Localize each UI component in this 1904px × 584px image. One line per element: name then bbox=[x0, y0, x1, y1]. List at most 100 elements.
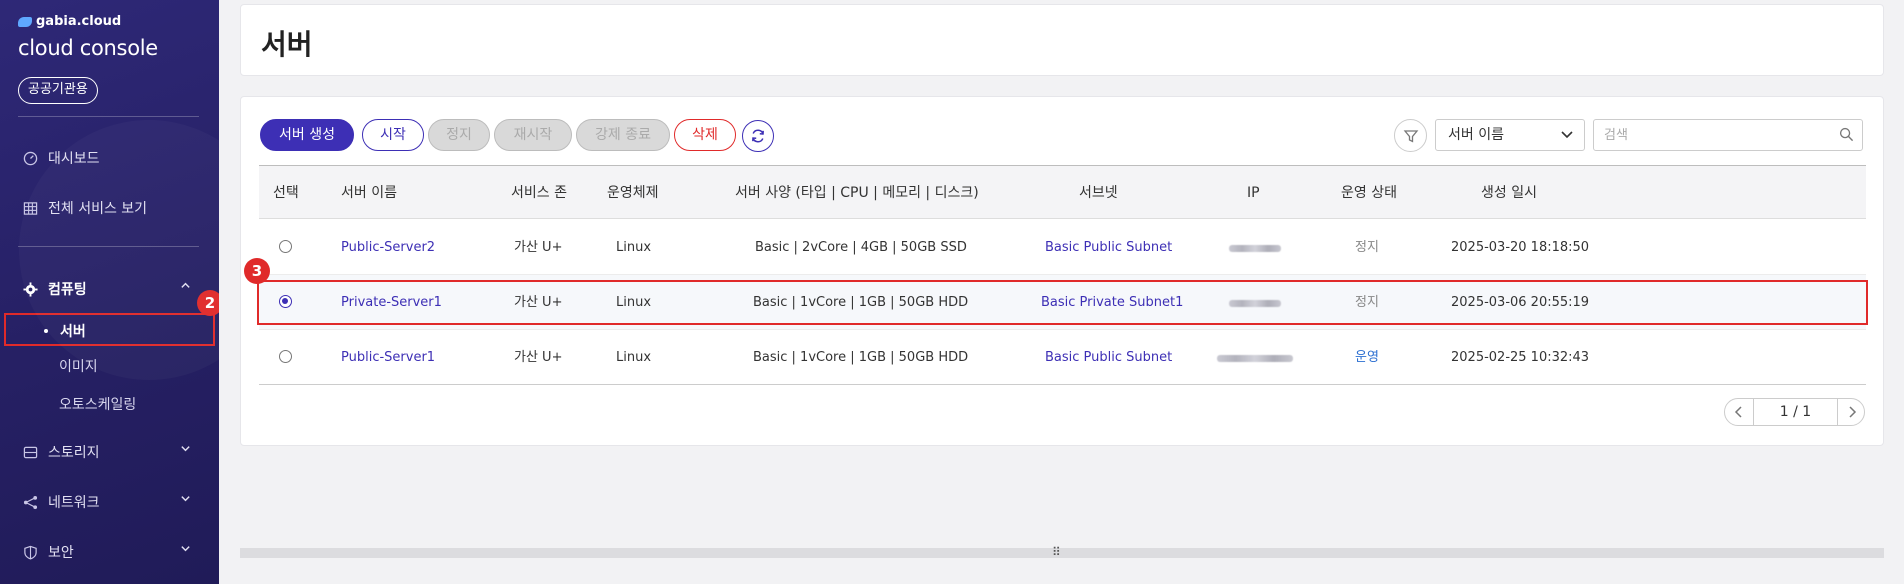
status-text: 정지 bbox=[1355, 295, 1379, 310]
filter-button[interactable] bbox=[1394, 119, 1427, 152]
server-spec: Basic | 1vCore | 1GB | 50GB HDD bbox=[753, 350, 969, 365]
sidebar-divider bbox=[18, 116, 199, 117]
chevron-up-icon[interactable] bbox=[180, 280, 191, 294]
sidebar-subitem-label: 서버 bbox=[60, 324, 86, 340]
sidebar-item-label: 대시보드 bbox=[48, 151, 100, 167]
search-field-select[interactable]: 서버 이름 bbox=[1435, 119, 1585, 151]
table-row[interactable]: Public-Server2 가산 U+ Linux Basic | 2vCor… bbox=[259, 220, 1866, 275]
server-spec: Basic | 1vCore | 1GB | 50GB HDD bbox=[753, 295, 969, 310]
active-bullet bbox=[44, 329, 48, 333]
sidebar-subitem-server[interactable]: 서버 bbox=[4, 313, 215, 346]
search-box[interactable] bbox=[1593, 119, 1863, 151]
ip-address-redacted bbox=[1229, 300, 1281, 307]
search-icon[interactable] bbox=[1839, 127, 1854, 146]
storage-icon bbox=[22, 444, 38, 460]
column-header-zone: 서비스 존 bbox=[511, 185, 567, 201]
filter-icon bbox=[1403, 129, 1418, 143]
service-zone: 가산 U+ bbox=[514, 295, 563, 310]
grid-icon bbox=[22, 200, 38, 216]
subnet-link[interactable]: Basic Private Subnet1 bbox=[1041, 275, 1183, 330]
public-institution-badge: 공공기관용 bbox=[18, 77, 98, 104]
create-server-button[interactable]: 서버 생성 bbox=[260, 119, 354, 151]
network-icon bbox=[22, 494, 38, 510]
server-spec: Basic | 2vCore | 4GB | 50GB SSD bbox=[755, 240, 967, 255]
column-header-ip: IP bbox=[1247, 185, 1260, 201]
row-radio[interactable] bbox=[279, 350, 292, 363]
sidebar-item-label: 네트워크 bbox=[48, 495, 100, 511]
table-header: 선택 서버 이름 서비스 존 운영체제 서버 사양 (타입 | CPU | 메모… bbox=[259, 165, 1866, 219]
column-header-select: 선택 bbox=[273, 185, 299, 201]
sidebar-item-label: 스토리지 bbox=[48, 445, 100, 461]
gear-icon bbox=[22, 281, 38, 297]
sidebar-item-storage[interactable]: 스토리지 bbox=[22, 442, 100, 462]
os: Linux bbox=[616, 240, 652, 255]
table-row[interactable]: Public-Server1 가산 U+ Linux Basic | 1vCor… bbox=[259, 330, 1866, 385]
subnet-link[interactable]: Basic Public Subnet bbox=[1045, 220, 1172, 275]
subnet-link[interactable]: Basic Public Subnet bbox=[1045, 330, 1172, 385]
sidebar-item-all-services[interactable]: 전체 서비스 보기 bbox=[22, 198, 147, 218]
refresh-button[interactable] bbox=[742, 120, 774, 152]
server-name-link[interactable]: Public-Server1 bbox=[341, 330, 435, 385]
chevron-down-icon[interactable] bbox=[180, 443, 191, 457]
sidebar-subitem-autoscaling[interactable]: 오토스케일링 bbox=[59, 394, 136, 414]
column-header-name[interactable]: 서버 이름 bbox=[341, 166, 397, 220]
sidebar-item-security[interactable]: 보안 bbox=[22, 542, 74, 562]
pagination: 1 / 1 bbox=[1724, 398, 1865, 426]
sidebar-item-label: 보안 bbox=[48, 545, 74, 561]
created-at: 2025-03-06 20:55:19 bbox=[1451, 295, 1590, 310]
column-header-created[interactable]: 생성 일시 bbox=[1481, 166, 1537, 220]
select-value: 서버 이름 bbox=[1448, 127, 1504, 143]
page-title: 서버 bbox=[261, 28, 313, 61]
sidebar-item-dashboard[interactable]: 대시보드 bbox=[22, 148, 100, 168]
chevron-down-icon[interactable] bbox=[180, 543, 191, 557]
sidebar-item-network[interactable]: 네트워크 bbox=[22, 492, 100, 512]
sidebar-divider bbox=[18, 246, 199, 247]
sidebar: gabia.cloud cloud console 공공기관용 대시보드 전체 … bbox=[0, 0, 219, 584]
horizontal-scrollbar[interactable]: ⠿ bbox=[240, 545, 1884, 559]
restart-button[interactable]: 재시작 bbox=[494, 119, 572, 151]
chevron-down-icon[interactable] bbox=[180, 493, 191, 507]
start-button[interactable]: 시작 bbox=[362, 119, 424, 151]
brand-logo[interactable]: gabia.cloud bbox=[18, 14, 121, 29]
status-text: 정지 bbox=[1355, 240, 1379, 255]
server-name-link[interactable]: Public-Server2 bbox=[341, 220, 435, 275]
ip-address-redacted bbox=[1229, 245, 1281, 252]
search-input[interactable] bbox=[1604, 120, 1834, 150]
brand-small-text: gabia.cloud bbox=[36, 14, 122, 29]
page-header: 서버 bbox=[240, 4, 1884, 76]
page-indicator: 1 / 1 bbox=[1753, 399, 1838, 425]
os: Linux bbox=[616, 295, 652, 310]
chevron-left-icon[interactable] bbox=[1725, 399, 1753, 425]
status-text: 운영 bbox=[1355, 350, 1379, 365]
chevron-right-icon[interactable] bbox=[1838, 399, 1866, 425]
row-radio[interactable] bbox=[279, 240, 292, 253]
step-annotation-3: 3 bbox=[244, 258, 270, 284]
row-radio-selected[interactable] bbox=[279, 295, 292, 308]
delete-button[interactable]: 삭제 bbox=[674, 119, 736, 151]
step-annotation-2: 2 bbox=[197, 290, 219, 316]
column-header-subnet: 서브넷 bbox=[1079, 185, 1118, 201]
sidebar-item-label: 전체 서비스 보기 bbox=[48, 201, 148, 217]
gabia-logo-icon bbox=[18, 16, 32, 27]
gauge-icon bbox=[22, 150, 38, 166]
chevron-down-icon bbox=[1560, 120, 1574, 153]
refresh-icon bbox=[752, 129, 764, 143]
sidebar-subitem-image[interactable]: 이미지 bbox=[59, 356, 98, 376]
created-at: 2025-02-25 10:32:43 bbox=[1451, 350, 1590, 365]
sidebar-item-computing[interactable]: 컴퓨팅 bbox=[22, 279, 87, 299]
os: Linux bbox=[616, 350, 652, 365]
drag-grip-icon[interactable]: ⠿ bbox=[1052, 545, 1061, 559]
service-zone: 가산 U+ bbox=[514, 350, 563, 365]
server-name-link[interactable]: Private-Server1 bbox=[341, 275, 442, 330]
stop-button[interactable]: 정지 bbox=[428, 119, 490, 151]
shield-icon bbox=[22, 544, 38, 560]
created-at: 2025-03-20 18:18:50 bbox=[1451, 240, 1590, 255]
force-stop-button[interactable]: 강제 종료 bbox=[576, 119, 670, 151]
column-header-os: 운영체제 bbox=[607, 185, 659, 201]
server-list-panel: 서버 생성 시작 정지 재시작 강제 종료 삭제 서버 이름 선택 서버 이름 … bbox=[240, 96, 1884, 446]
brand-main-text[interactable]: cloud console bbox=[18, 36, 158, 60]
column-header-status: 운영 상태 bbox=[1341, 185, 1397, 201]
table-row[interactable]: Private-Server1 가산 U+ Linux Basic | 1vCo… bbox=[259, 275, 1866, 330]
server-table: 선택 서버 이름 서비스 존 운영체제 서버 사양 (타입 | CPU | 메모… bbox=[257, 165, 1868, 419]
sidebar-item-label: 컴퓨팅 bbox=[48, 282, 87, 298]
